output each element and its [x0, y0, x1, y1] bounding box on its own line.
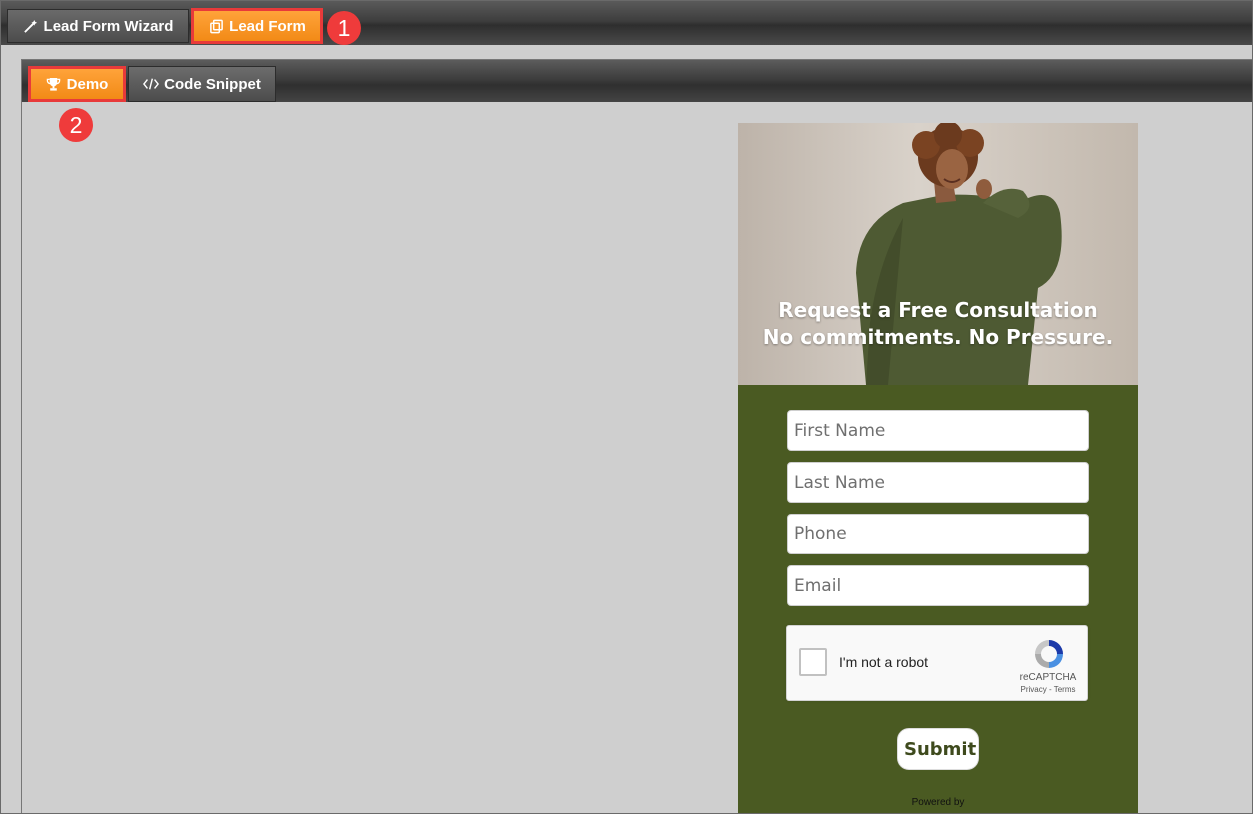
- tab-label: Demo: [66, 75, 109, 93]
- headline-subtitle: No commitments. No Pressure.: [762, 325, 1114, 349]
- lead-form-preview: Request a Free Consultation No commitmen…: [738, 123, 1138, 813]
- magic-wand-icon: [23, 18, 39, 34]
- first-name-input[interactable]: [787, 410, 1089, 451]
- recaptcha-label: I'm not a robot: [839, 654, 929, 670]
- code-icon: [143, 76, 160, 92]
- tab-label: Lead Form: [229, 17, 306, 35]
- headline-title: Request a Free Consultation: [778, 298, 1098, 322]
- phone-input[interactable]: [787, 514, 1089, 554]
- tab-code-snippet[interactable]: Code Snippet: [128, 66, 276, 102]
- step-callout-1: 1: [327, 11, 361, 45]
- top-tab-bar: Lead Form Wizard Lead Form: [1, 1, 1252, 45]
- email-input[interactable]: [787, 565, 1089, 606]
- last-name-input[interactable]: [787, 462, 1089, 503]
- trophy-icon: [46, 76, 62, 92]
- submit-button[interactable]: Submit: [897, 728, 979, 770]
- tab-demo[interactable]: Demo: [28, 66, 126, 102]
- recaptcha-checkbox[interactable]: [799, 648, 827, 676]
- tab-label: Code Snippet: [164, 75, 261, 93]
- tab-label: Lead Form Wizard: [43, 17, 174, 35]
- app-window: Lead Form Wizard Lead Form 1 Demo Code S…: [0, 0, 1253, 814]
- recaptcha-widget: I'm not a robot reCAPTCHA Privacy - Term…: [786, 625, 1088, 701]
- sub-tab-bar: Demo Code Snippet: [22, 60, 1252, 102]
- recaptcha-brand: reCAPTCHA: [1019, 672, 1077, 683]
- copy-icon: [208, 18, 224, 34]
- hero-image: Request a Free Consultation No commitmen…: [738, 123, 1138, 385]
- recaptcha-logo-icon: [1035, 640, 1063, 668]
- recaptcha-links[interactable]: Privacy - Terms: [1003, 685, 1093, 694]
- powered-by-text: Powered by: [911, 797, 965, 808]
- tab-lead-form[interactable]: Lead Form: [191, 8, 323, 44]
- tab-lead-form-wizard[interactable]: Lead Form Wizard: [7, 9, 189, 43]
- step-callout-2: 2: [59, 108, 93, 142]
